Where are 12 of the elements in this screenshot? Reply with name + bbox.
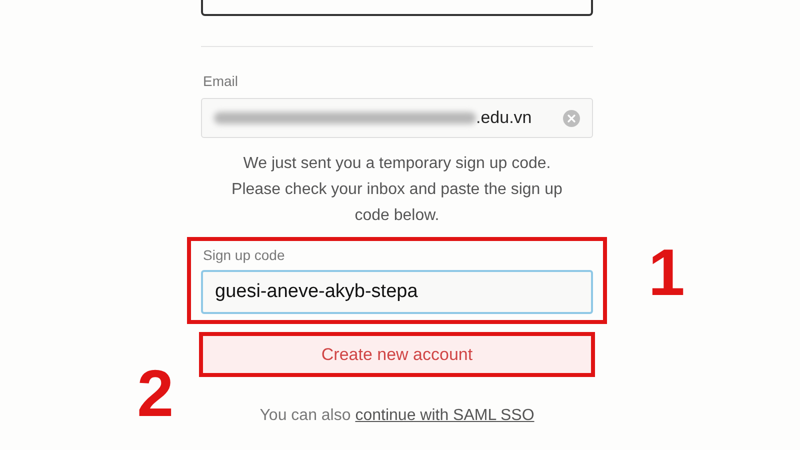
code-field[interactable]: guesi-aneve-akyb-stepa [201, 270, 593, 314]
step-number: 2 [137, 360, 174, 426]
field-value: .edu.vn [476, 108, 532, 128]
field-label: Sign up code [203, 247, 286, 263]
field-label: Email [203, 73, 240, 89]
sso-prompt: You can also continue with SAML SSO [258, 407, 536, 425]
email-field[interactable]: .edu.vn [201, 98, 593, 138]
clear-icon[interactable] [563, 110, 580, 126]
notice-text: We just sent you a temporary sign up code. Please check your inbox and paste the sign up code below. [230, 154, 564, 226]
sso-link[interactable]: continue with SAML SSO [355, 407, 534, 424]
create-account-button[interactable]: Create new account [203, 336, 591, 373]
step-number: 1 [648, 239, 685, 305]
